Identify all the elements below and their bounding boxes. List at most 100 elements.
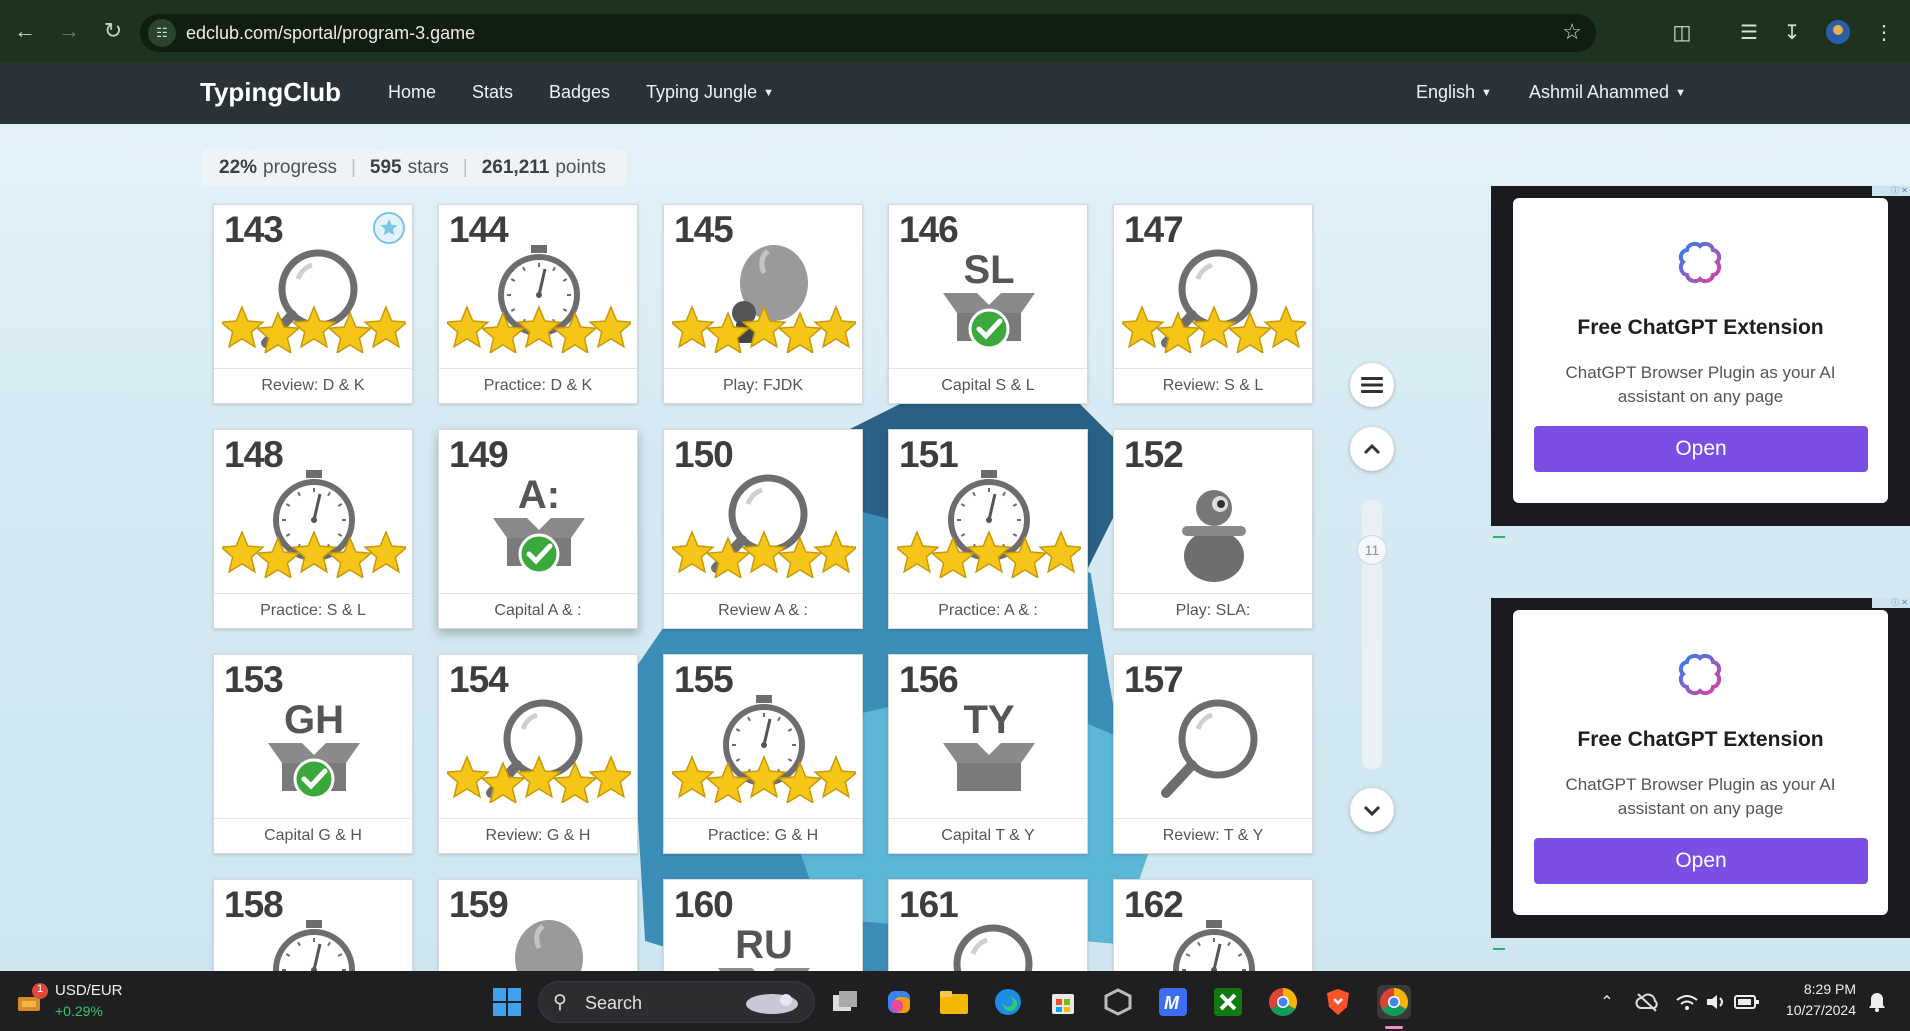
lesson-label: Practice: S & L <box>214 593 412 628</box>
ad-card[interactable]: Free ChatGPT Extension ChatGPT Browser P… <box>1513 198 1888 503</box>
svg-text:A:: A: <box>518 473 560 517</box>
address-bar[interactable]: ☷ edclub.com/sportal/program-3.game ☆ <box>140 14 1596 52</box>
lesson-card-145[interactable]: 145 Play: FJDK <box>663 204 863 404</box>
scroll-down-button[interactable] <box>1350 788 1394 832</box>
lesson-label: Review: G & H <box>439 818 637 853</box>
copilot-icon[interactable] <box>882 985 916 1019</box>
edge-browser-icon[interactable] <box>991 985 1025 1019</box>
lesson-card-147[interactable]: 147 Review: S & L <box>1113 204 1313 404</box>
ad-card[interactable]: Free ChatGPT Extension ChatGPT Browser P… <box>1513 610 1888 915</box>
star-icon <box>705 761 751 803</box>
ad-marker <box>1493 534 1505 538</box>
lesson-card-152[interactable]: 152 Play: SLA: <box>1113 429 1313 629</box>
ad-open-button[interactable]: Open <box>1534 426 1868 472</box>
lesson-card-160[interactable]: 160 RU <box>663 879 863 1016</box>
app-m-icon[interactable]: M <box>1156 985 1190 1019</box>
chevron-down-icon: ▼ <box>763 87 774 99</box>
reading-list-icon[interactable]: ☰ <box>1733 17 1765 47</box>
search-highlight-icon <box>746 994 798 1014</box>
lesson-card-158[interactable]: 158 <box>213 879 413 1011</box>
scroll-level-thumb[interactable]: 11 <box>1357 535 1387 565</box>
download-icon[interactable]: ↧ <box>1776 17 1808 47</box>
clock-date[interactable]: 10/27/2024 <box>1776 1002 1856 1018</box>
nav-badges[interactable]: Badges <box>549 82 610 103</box>
taskbar-search[interactable]: ⚲ Search <box>538 981 815 1023</box>
star-icon <box>363 305 406 349</box>
ms-store-icon[interactable] <box>1046 985 1080 1019</box>
ad-choices-icon[interactable]: ⓘ ✕ <box>1872 186 1910 196</box>
site-logo[interactable]: TypingClub <box>200 77 341 108</box>
capital-box-icon: A: <box>493 473 585 575</box>
clock-time[interactable]: 8:29 PM <box>1776 981 1856 997</box>
site-info-icon[interactable]: ☷ <box>148 19 176 47</box>
lesson-label: Review: S & L <box>1114 368 1312 403</box>
lesson-card-161[interactable]: 161 <box>888 879 1088 1023</box>
back-icon[interactable]: ← <box>6 12 44 50</box>
extensions-icon[interactable]: ◫ <box>1666 17 1698 47</box>
app-cube-icon[interactable] <box>1101 985 1135 1019</box>
star-icon <box>588 305 631 349</box>
ticker-name[interactable]: USD/EUR <box>55 982 123 999</box>
user-menu[interactable]: Ashmil Ahammed ▼ <box>1529 82 1686 103</box>
chevron-up-icon[interactable]: ⌃ <box>1590 985 1624 1019</box>
chevron-up-icon <box>1363 443 1381 455</box>
language-dropdown[interactable]: English ▼ <box>1416 82 1492 103</box>
lesson-card-159[interactable]: 159 <box>438 879 638 1018</box>
stock-widget-icon[interactable]: 1 <box>14 983 48 1017</box>
lesson-label: Review: T & Y <box>1114 818 1312 853</box>
menu-button[interactable] <box>1350 363 1394 407</box>
star-icon <box>552 761 598 803</box>
chrome-active-icon[interactable] <box>1377 985 1411 1019</box>
lesson-card-148[interactable]: 148 Practice: S & L <box>213 429 413 629</box>
lesson-card-151[interactable]: 151 Practice: A & : <box>888 429 1088 629</box>
chevron-down-icon: ▼ <box>1481 87 1492 99</box>
lesson-card-154[interactable]: 154 Review: G & H <box>438 654 638 854</box>
ad-open-button[interactable]: Open <box>1534 838 1868 884</box>
lesson-card-144[interactable]: 144 Practice: D & K <box>438 204 638 404</box>
nav-typing-jungle[interactable]: Typing Jungle ▼ <box>646 82 774 103</box>
lesson-card-156[interactable]: 156 TY Capital T & Y <box>888 654 1088 854</box>
cloud-offline-icon[interactable] <box>1630 985 1664 1019</box>
xbox-icon[interactable] <box>1211 985 1245 1019</box>
bookmark-star-icon[interactable]: ☆ <box>1562 19 1582 45</box>
lesson-label: Capital S & L <box>889 368 1087 403</box>
brave-browser-icon[interactable] <box>1321 985 1355 1019</box>
lesson-card-155[interactable]: 155 Practice: G & H <box>663 654 863 854</box>
scroll-up-button[interactable] <box>1350 427 1394 471</box>
star-icon <box>1155 311 1201 353</box>
lesson-card-146[interactable]: 146 SL Capital S & L <box>888 204 1088 404</box>
url-text[interactable]: edclub.com/sportal/program-3.game <box>186 23 475 44</box>
volume-icon[interactable] <box>1700 985 1734 1019</box>
star-icon <box>327 536 373 578</box>
chrome-icon[interactable] <box>1266 985 1300 1019</box>
ticker-change: +0.29% <box>55 1003 103 1019</box>
lesson-card-153[interactable]: 153 GH Capital G & H <box>213 654 413 854</box>
reload-icon[interactable]: ↻ <box>94 12 132 50</box>
menu-kebab-icon[interactable]: ⋮ <box>1868 17 1900 47</box>
profile-avatar-icon[interactable] <box>1822 17 1854 47</box>
task-view-icon[interactable] <box>828 985 862 1019</box>
battery-icon[interactable] <box>1730 985 1764 1019</box>
lesson-card-149[interactable]: 149 A: Capital A & : <box>438 429 638 629</box>
star-icon <box>291 530 337 574</box>
forward-icon[interactable]: → <box>50 12 88 50</box>
file-explorer-icon[interactable] <box>937 985 971 1019</box>
active-app-indicator <box>1385 1026 1403 1029</box>
wifi-icon[interactable] <box>1670 985 1704 1019</box>
ad-choices-icon[interactable]: ⓘ ✕ <box>1872 598 1910 608</box>
lesson-card-162[interactable]: 162 <box>1113 879 1313 1011</box>
nav-stats[interactable]: Stats <box>472 82 513 103</box>
lesson-card-157[interactable]: 157 Review: T & Y <box>1113 654 1313 854</box>
star-icon <box>327 311 373 353</box>
windows-start-icon[interactable] <box>490 985 524 1019</box>
browser-toolbar: ← → ↻ ☷ edclub.com/sportal/program-3.gam… <box>0 0 1910 62</box>
lesson-card-143[interactable]: 143 Review: D & K <box>213 204 413 404</box>
star-rating <box>1122 305 1306 353</box>
nav-home[interactable]: Home <box>388 82 436 103</box>
notification-bell-icon[interactable] <box>1860 985 1894 1019</box>
lesson-card-150[interactable]: 150 Review A & : <box>663 429 863 629</box>
lesson-label: Practice: G & H <box>664 818 862 853</box>
star-icon <box>705 311 751 353</box>
star-icon <box>222 530 265 574</box>
star-icon <box>705 536 751 578</box>
